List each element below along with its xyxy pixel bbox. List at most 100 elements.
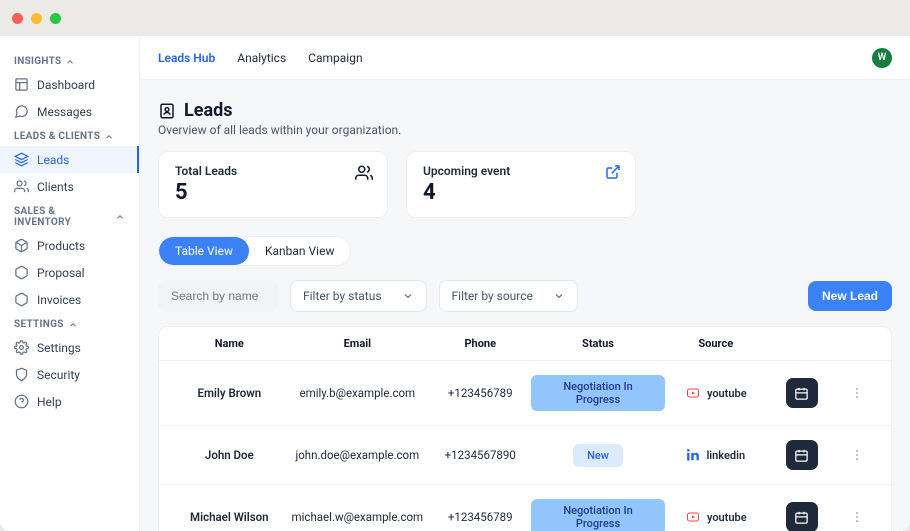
tab-leads-hub[interactable]: Leads Hub: [158, 51, 215, 65]
top-tabs: Leads Hub Analytics Campaign: [158, 51, 850, 65]
cell-action: [767, 502, 837, 531]
sidebar-item-invoices[interactable]: Invoices: [0, 286, 139, 313]
chevron-down-icon: [402, 290, 414, 302]
close-window-icon[interactable]: [12, 13, 23, 24]
sidebar-item-dashboard[interactable]: Dashboard: [0, 71, 139, 98]
cell-phone: +1234567890: [429, 448, 531, 462]
leads-table: Name Email Phone Status Source Emily Bro…: [158, 326, 892, 531]
select-label: Filter by source: [452, 289, 533, 303]
sidebar-item-label: Invoices: [37, 293, 81, 307]
cell-source: youtube: [665, 387, 767, 400]
source-label: youtube: [707, 511, 747, 524]
card-label: Upcoming event: [423, 164, 619, 178]
sidebar-item-label: Settings: [37, 341, 81, 355]
sidebar-item-leads[interactable]: Leads: [0, 146, 139, 173]
box-icon: [14, 292, 29, 307]
tab-campaign[interactable]: Campaign: [308, 51, 362, 65]
sidebar-item-label: Leads: [37, 153, 69, 167]
source-label: linkedin: [706, 449, 745, 462]
status-badge: Negotiation In Progress: [531, 499, 664, 531]
window-controls: [12, 13, 61, 24]
row-menu-button[interactable]: [837, 448, 877, 462]
page-title: Leads: [184, 100, 232, 121]
table-row: Emily Brown emily.b@example.com +1234567…: [159, 361, 891, 426]
section-sales-inventory[interactable]: SALES & INVENTORY: [0, 200, 139, 232]
row-menu-button[interactable]: [837, 386, 877, 400]
cell-phone: +123456789: [429, 386, 531, 400]
app-window: INSIGHTS Dashboard Messages LEADS & CLIE…: [0, 0, 910, 531]
maximize-window-icon[interactable]: [50, 13, 61, 24]
external-link-icon[interactable]: [605, 164, 621, 180]
table-row: John Doe john.doe@example.com +123456789…: [159, 426, 891, 485]
status-badge: Negotiation In Progress: [531, 375, 664, 411]
cell-phone: +123456789: [429, 510, 531, 524]
filter-status-select[interactable]: Filter by status: [290, 280, 427, 312]
row-menu-button[interactable]: [837, 510, 877, 524]
sidebar-item-help[interactable]: Help: [0, 388, 139, 415]
avatar[interactable]: W: [872, 48, 892, 68]
chevron-up-icon: [104, 132, 114, 142]
cell-status: New: [531, 444, 664, 467]
sidebar-item-products[interactable]: Products: [0, 232, 139, 259]
sidebar-item-label: Security: [37, 368, 80, 382]
message-icon: [14, 104, 29, 119]
new-lead-button[interactable]: New Lead: [808, 281, 892, 311]
contact-icon: [158, 102, 176, 120]
chevron-up-icon: [65, 57, 75, 67]
cell-status: Negotiation In Progress: [531, 499, 664, 531]
sidebar-item-clients[interactable]: Clients: [0, 173, 139, 200]
gear-icon: [14, 340, 29, 355]
calendar-button[interactable]: [786, 440, 818, 470]
view-kanban[interactable]: Kanban View: [249, 237, 351, 265]
sidebar-item-label: Proposal: [37, 266, 85, 280]
section-label: LEADS & CLIENTS: [14, 131, 100, 142]
cell-action: [767, 440, 837, 470]
filter-source-select[interactable]: Filter by source: [439, 280, 578, 312]
box-icon: [14, 238, 29, 253]
section-leads-clients[interactable]: LEADS & CLIENTS: [0, 125, 139, 146]
topbar: Leads Hub Analytics Campaign W: [140, 36, 910, 80]
select-label: Filter by status: [303, 289, 382, 303]
tab-analytics[interactable]: Analytics: [237, 51, 286, 65]
sidebar-item-settings[interactable]: Settings: [0, 334, 139, 361]
card-total-leads: Total Leads 5: [158, 151, 388, 218]
source-label: youtube: [707, 387, 747, 400]
calendar-button[interactable]: [786, 502, 818, 531]
sidebar-item-messages[interactable]: Messages: [0, 98, 139, 125]
section-label: INSIGHTS: [14, 56, 61, 67]
view-toggle: Table View Kanban View: [158, 236, 351, 266]
minimize-window-icon[interactable]: [31, 13, 42, 24]
card-upcoming-event: Upcoming event 4: [406, 151, 636, 218]
chevron-down-icon: [553, 290, 565, 302]
section-label: SALES & INVENTORY: [14, 206, 111, 228]
sidebar-item-proposal[interactable]: Proposal: [0, 259, 139, 286]
box-icon: [14, 265, 29, 280]
section-insights[interactable]: INSIGHTS: [0, 50, 139, 71]
view-table[interactable]: Table View: [159, 237, 249, 265]
main: Leads Hub Analytics Campaign W Leads Ove…: [140, 36, 910, 531]
sidebar-item-security[interactable]: Security: [0, 361, 139, 388]
linkedin-icon: [686, 448, 700, 462]
sidebar-item-label: Messages: [37, 105, 92, 119]
cell-email: john.doe@example.com: [286, 448, 429, 462]
table-header: Name Email Phone Status Source: [159, 327, 891, 361]
cell-name: Michael Wilson: [173, 510, 286, 524]
status-badge: New: [573, 444, 623, 467]
cell-status: Negotiation In Progress: [531, 375, 664, 411]
table-row: Michael Wilson michael.w@example.com +12…: [159, 485, 891, 531]
shield-icon: [14, 367, 29, 382]
page-subtitle: Overview of all leads within your organi…: [158, 123, 892, 137]
col-phone: Phone: [429, 337, 531, 350]
filters-row: Filter by status Filter by source New Le…: [158, 280, 892, 312]
sidebar-item-label: Products: [37, 239, 85, 253]
search-input[interactable]: [158, 280, 278, 312]
cell-email: michael.w@example.com: [286, 510, 429, 524]
page-header: Leads: [158, 100, 892, 121]
cell-action: [767, 378, 837, 408]
section-label: SETTINGS: [14, 319, 64, 330]
section-settings[interactable]: SETTINGS: [0, 313, 139, 334]
cell-name: John Doe: [173, 448, 286, 462]
card-label: Total Leads: [175, 164, 371, 178]
layers-icon: [14, 152, 29, 167]
calendar-button[interactable]: [786, 378, 818, 408]
